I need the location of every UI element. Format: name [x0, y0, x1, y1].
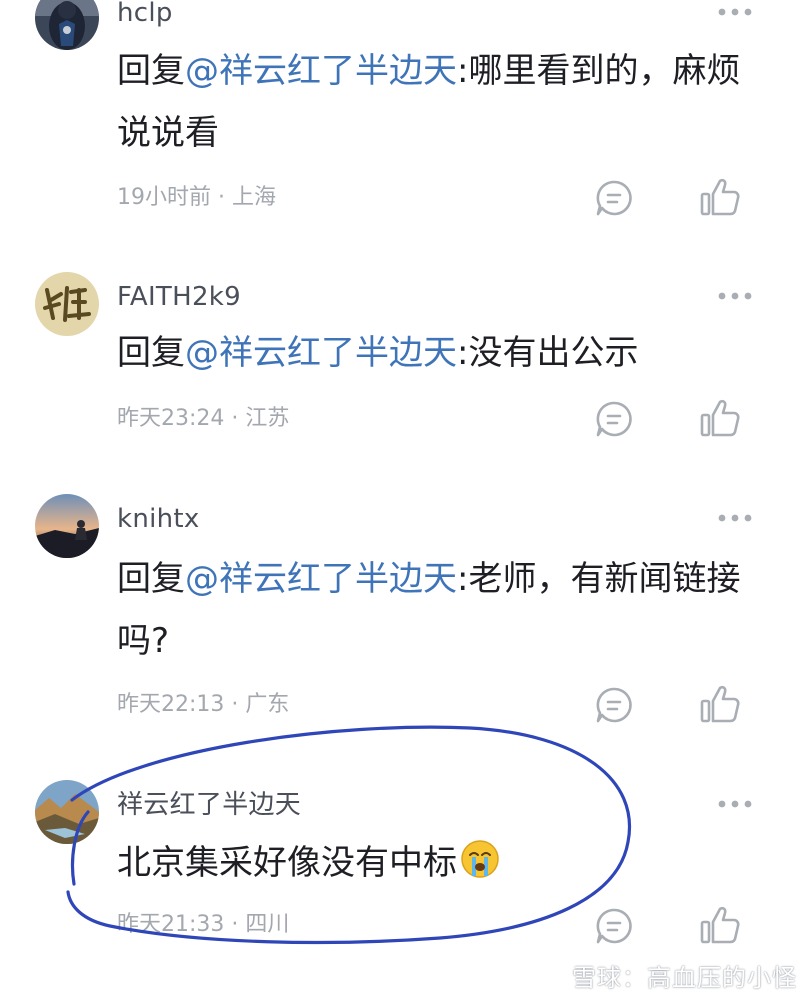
comment-meta: 昨天23:24 · 江苏 [117, 406, 290, 431]
mention-link[interactable]: @祥云红了半边天 [185, 333, 457, 373]
comment-text: :没有出公示 [457, 333, 639, 373]
superhero-avatar-icon [35, 0, 99, 50]
comment-body: 回复@祥云红了半边天:哪里看到的，麻烦 说说看 [117, 40, 777, 164]
like-icon[interactable] [698, 176, 742, 220]
comment-text: 北京集采好像没有中标 [117, 843, 457, 883]
comment-text: :哪里看到的，麻烦 [457, 51, 741, 91]
mention-link[interactable]: @祥云红了半边天 [185, 51, 457, 91]
more-options-icon[interactable] [716, 510, 756, 524]
mention-link[interactable]: @祥云红了半边天 [185, 559, 457, 599]
comment-meta: 昨天22:13 · 广东 [117, 692, 290, 717]
avatar[interactable] [35, 272, 99, 336]
watermark-text: 雪球：高血压的小怪 [572, 964, 797, 992]
avatar[interactable] [35, 494, 99, 558]
landscape-avatar-icon [35, 780, 99, 844]
comment-body: 回复@祥云红了半边天:老师，有新闻链接 吗? [117, 548, 777, 672]
sunset-avatar-icon [35, 494, 99, 558]
reply-prefix: 回复 [117, 51, 185, 91]
comment-thread: hclp 回复@祥云红了半边天:哪里看到的，麻烦 说说看 19小时前 · 上海 [0, 0, 800, 1001]
like-icon[interactable] [698, 904, 742, 948]
comment-text: :老师，有新闻链接 [457, 559, 741, 599]
comment-meta: 昨天21:33 · 四川 [117, 912, 290, 937]
reply-prefix: 回复 [117, 333, 185, 373]
comment-username[interactable]: 祥云红了半边天 [117, 790, 301, 820]
reply-icon[interactable] [594, 399, 634, 439]
reply-icon[interactable] [594, 906, 634, 946]
watermark: 雪球：高血压的小怪 [540, 958, 797, 993]
more-options-icon[interactable] [716, 288, 756, 302]
calligraphy-avatar-icon [35, 272, 99, 336]
more-options-icon[interactable] [716, 4, 756, 18]
comment-meta: 19小时前 · 上海 [117, 185, 276, 210]
comment-text: 说说看 [117, 113, 219, 153]
comment-username[interactable]: hclp [117, 0, 173, 28]
like-icon[interactable] [698, 397, 742, 441]
xueqiu-logo-icon [540, 964, 566, 990]
reply-icon[interactable] [594, 685, 634, 725]
comment-username[interactable]: knihtx [117, 504, 200, 534]
avatar[interactable] [35, 780, 99, 844]
comment-body: 北京集采好像没有中标 [117, 832, 777, 894]
comment-text: 吗? [117, 621, 170, 661]
reply-prefix: 回复 [117, 559, 185, 599]
more-options-icon[interactable] [716, 796, 756, 810]
comment-body: 回复@祥云红了半边天:没有出公示 [117, 322, 777, 384]
avatar[interactable] [35, 0, 99, 50]
comment-username[interactable]: FAITH2k9 [117, 282, 241, 312]
like-icon[interactable] [698, 683, 742, 727]
reply-icon[interactable] [594, 178, 634, 218]
crying-face-emoji-icon [459, 838, 501, 880]
